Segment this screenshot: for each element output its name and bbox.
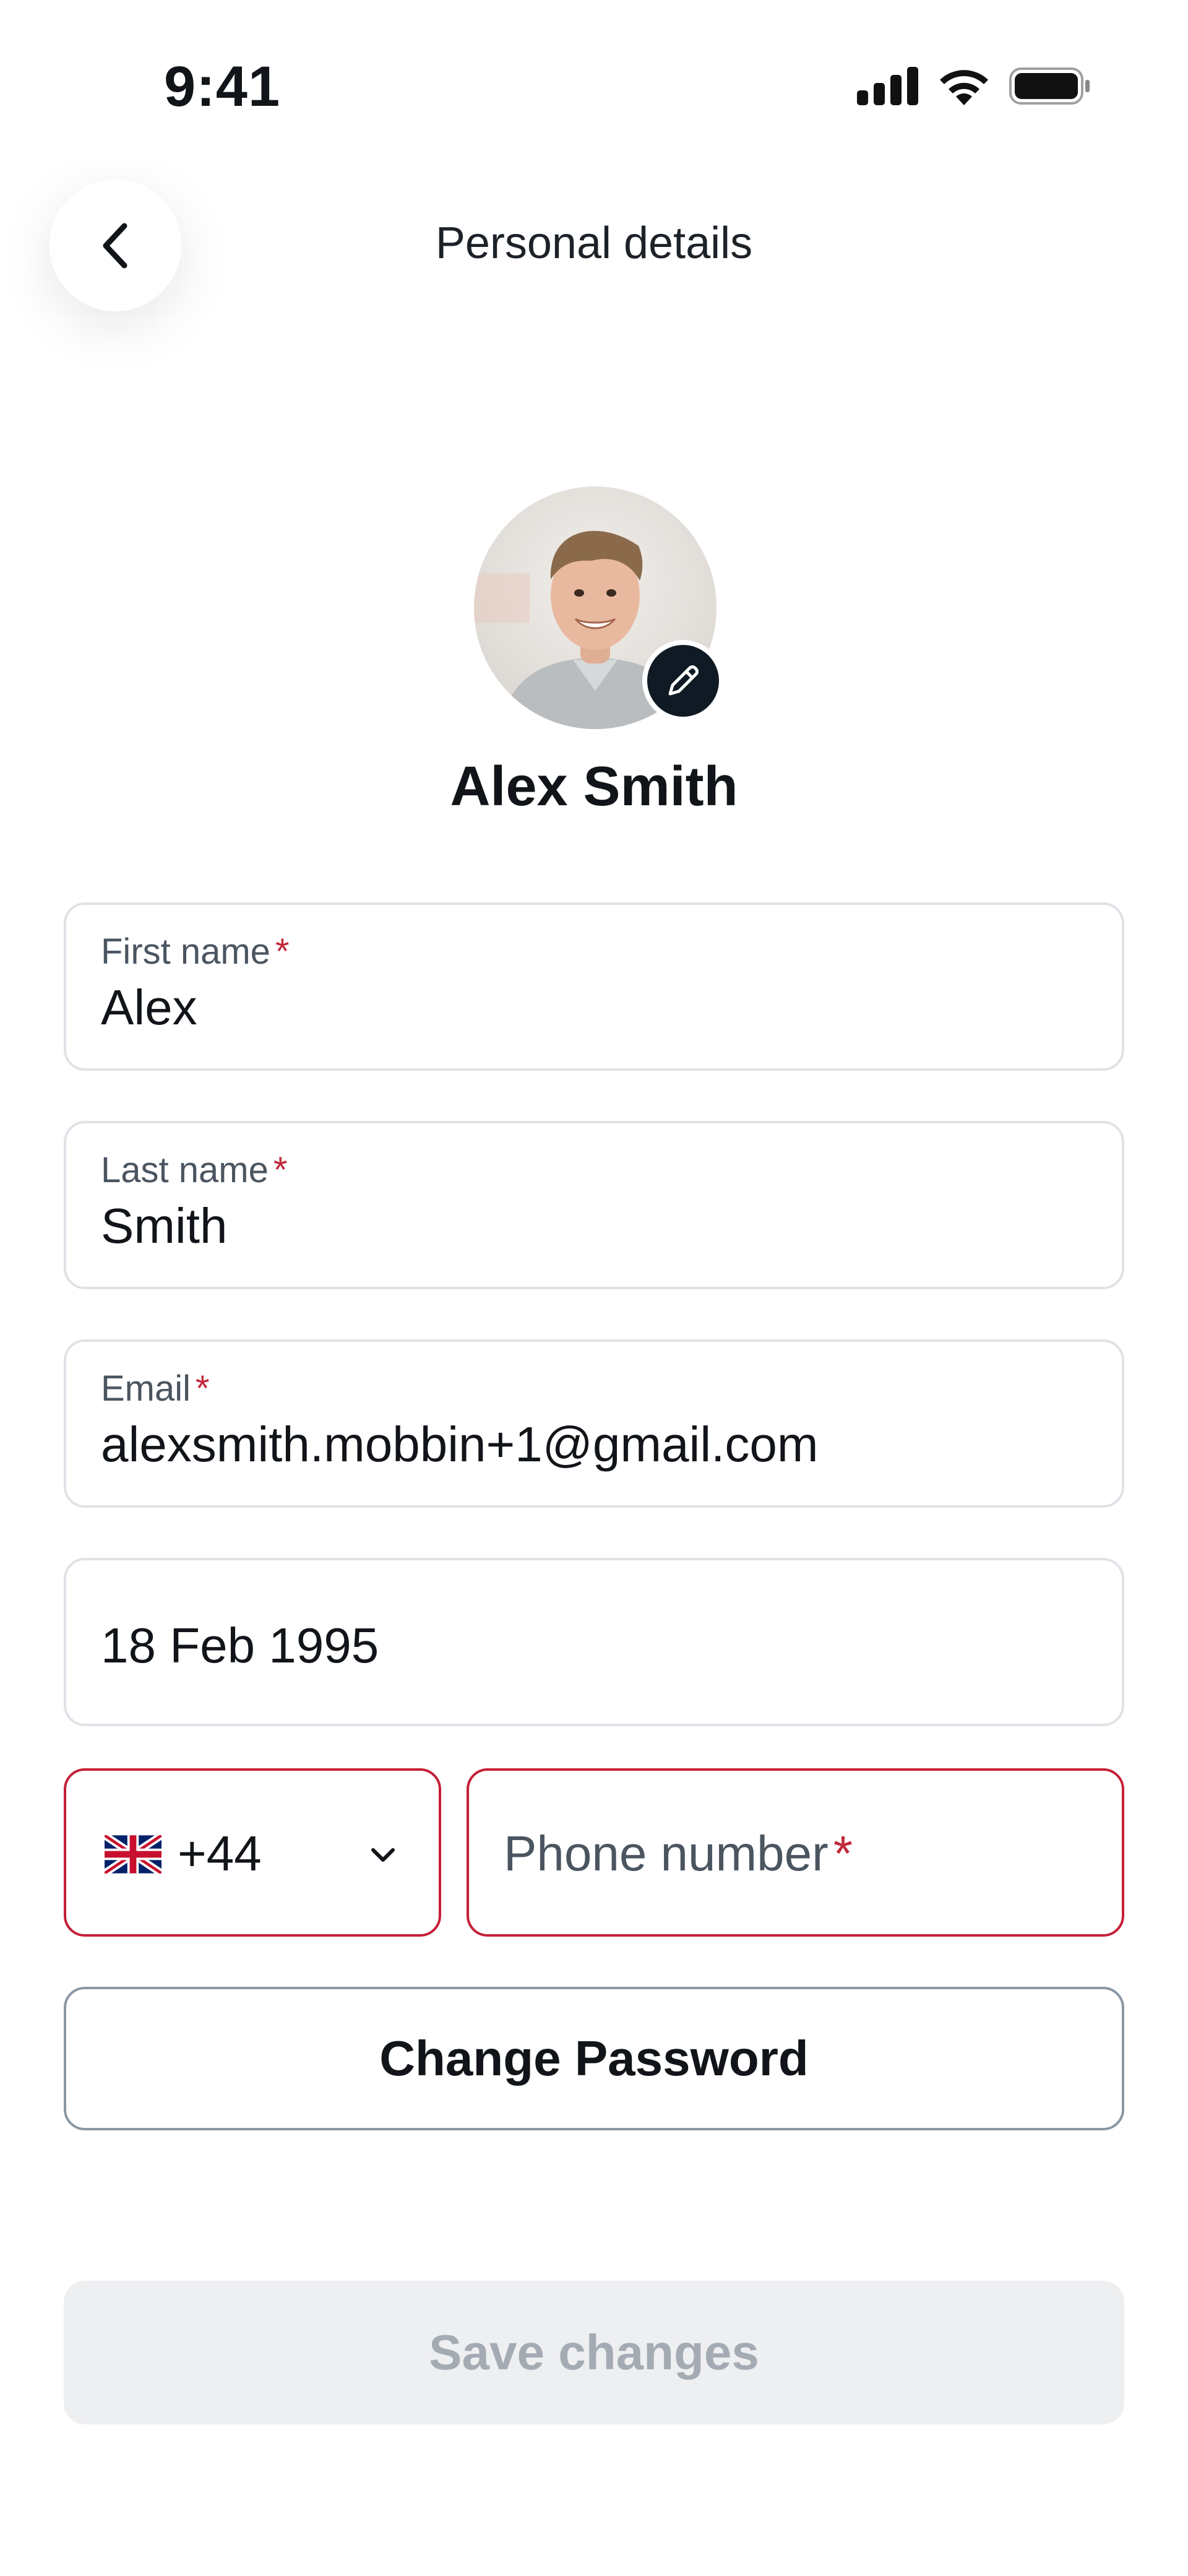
- country-code-select[interactable]: +44: [64, 1768, 441, 1937]
- required-marker: *: [833, 1826, 853, 1881]
- status-time: 9:41: [164, 55, 281, 118]
- birth-date-field[interactable]: 18 Feb 1995: [64, 1558, 1124, 1726]
- first-name-label-text: First name: [101, 931, 270, 972]
- status-icons: [857, 67, 1091, 105]
- email-label-text: Email: [101, 1368, 191, 1409]
- last-name-value: Smith: [101, 1198, 228, 1253]
- signal-icon: [857, 67, 918, 105]
- uk-flag-icon: [105, 1835, 161, 1874]
- last-name-label: Last name *: [101, 1149, 287, 1191]
- profile-name: Alex Smith: [450, 756, 738, 818]
- first-name-field[interactable]: First name * Alex: [64, 902, 1124, 1071]
- wifi-icon: [940, 70, 988, 105]
- first-name-label: First name *: [101, 931, 290, 972]
- birth-date-value: 18 Feb 1995: [101, 1618, 379, 1673]
- avatar-container: [474, 486, 724, 729]
- email-label: Email *: [101, 1368, 210, 1409]
- change-password-button[interactable]: Change Password: [64, 1987, 1124, 2130]
- phone-placeholder-text: Phone number: [504, 1826, 829, 1881]
- email-value: alexsmith.mobbin+1@gmail.com: [101, 1417, 819, 1472]
- pencil-icon: [668, 665, 699, 696]
- battery-icon: [1009, 67, 1090, 105]
- last-name-label-text: Last name: [101, 1150, 269, 1190]
- required-marker: *: [196, 1368, 210, 1409]
- page-title: Personal details: [435, 218, 753, 268]
- last-name-field[interactable]: Last name * Smith: [64, 1121, 1124, 1289]
- first-name-value: Alex: [101, 980, 197, 1035]
- email-field[interactable]: Email * alexsmith.mobbin+1@gmail.com: [64, 1339, 1124, 1508]
- edit-avatar-button[interactable]: [642, 640, 724, 722]
- phone-number-placeholder: Phone number *: [504, 1825, 853, 1882]
- required-marker: *: [275, 931, 290, 972]
- save-changes-button[interactable]: Save changes: [64, 2281, 1124, 2424]
- required-marker: *: [273, 1150, 288, 1190]
- phone-number-field[interactable]: Phone number *: [467, 1768, 1124, 1937]
- chevron-down-icon: [371, 1848, 395, 1862]
- country-code-value: +44: [178, 1826, 262, 1881]
- status-bar: 9:41: [0, 0, 1188, 173]
